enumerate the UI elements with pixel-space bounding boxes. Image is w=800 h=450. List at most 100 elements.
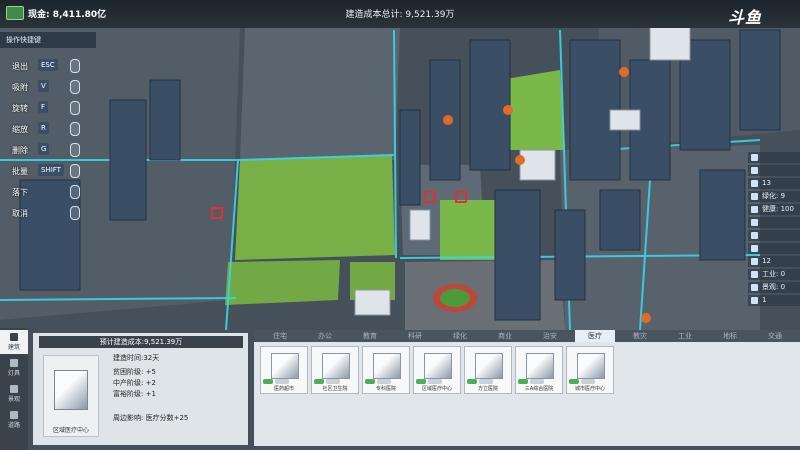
shortcut-key: G xyxy=(38,143,50,155)
side-nav-label: 景观 xyxy=(7,396,20,403)
stat-item xyxy=(748,243,800,254)
mouse-icon xyxy=(70,206,80,220)
stat-item xyxy=(748,217,800,228)
stat-item xyxy=(748,230,800,241)
stat-icon xyxy=(751,219,758,226)
building-card-label: 社区卫生院 xyxy=(322,386,348,392)
info-badge xyxy=(428,379,442,384)
side-nav-label: 建筑 xyxy=(7,344,20,351)
stat-icon xyxy=(751,258,758,265)
shortcut-label: 落下 xyxy=(12,188,28,197)
total-build-cost: 建造成本总计: 9,521.39万 xyxy=(345,10,455,20)
side-nav-item[interactable]: 建筑 xyxy=(0,330,28,354)
info-badge xyxy=(479,379,493,384)
building-image xyxy=(526,353,554,379)
category-tab[interactable]: 科研 xyxy=(395,330,435,342)
category-tab[interactable]: 治安 xyxy=(530,330,570,342)
mouse-icon xyxy=(70,101,80,115)
building-card[interactable]: 方立医院 xyxy=(464,346,512,394)
side-nav-item[interactable]: 灯具 xyxy=(0,356,28,380)
stat-icon xyxy=(751,154,758,161)
cost-badge xyxy=(263,379,273,384)
category-tab[interactable]: 商业 xyxy=(485,330,525,342)
building-image xyxy=(271,353,299,379)
cost-badge xyxy=(416,379,426,384)
shortcut-key: F xyxy=(38,101,49,113)
stat-value: 工业: 0 xyxy=(762,270,786,278)
building-list: 医药超市 社区卫生院 专科医院 区域医疗中心 方立医院 三A综合医院 城市医疗中心 xyxy=(254,342,800,446)
stat-value: 1 xyxy=(762,296,767,304)
shortcut-label: 旋转 xyxy=(12,104,28,113)
category-tab[interactable]: 教育 xyxy=(350,330,390,342)
shortcut-label: 取消 xyxy=(12,209,28,218)
cash-icon xyxy=(6,6,24,20)
mouse-icon xyxy=(70,143,80,157)
category-tab[interactable]: 交通 xyxy=(755,330,795,342)
stat-item: 绿化: 9 xyxy=(748,191,800,202)
category-side-nav: 建筑 灯具 景观 道路 xyxy=(0,328,28,450)
category-tab[interactable]: 办公 xyxy=(305,330,345,342)
category-tab[interactable]: 地标 xyxy=(710,330,750,342)
building-card[interactable]: 医药超市 xyxy=(260,346,308,394)
category-tab[interactable]: 工业 xyxy=(665,330,705,342)
side-nav-label: 道路 xyxy=(7,422,20,429)
building-thumbnail: 区域医疗中心 xyxy=(43,355,99,437)
cash-amount: 现金: 8,411.80亿 xyxy=(28,10,107,20)
building-image xyxy=(475,353,503,379)
shortcut-key: SHIFT xyxy=(38,164,64,176)
stat-item: 景观: 0 xyxy=(748,282,800,293)
category-icon xyxy=(10,359,18,367)
side-nav-item[interactable]: 道路 xyxy=(0,408,28,432)
category-tab[interactable]: 住宅 xyxy=(260,330,300,342)
category-icon xyxy=(10,411,18,419)
shortcut-row: 退出 ESC xyxy=(0,59,80,73)
shortcut-label: 退出 xyxy=(12,62,28,71)
building-card[interactable]: 城市医疗中心 xyxy=(566,346,614,394)
side-nav-item[interactable]: 景观 xyxy=(0,382,28,406)
cost-badge xyxy=(365,379,375,384)
stat-icon xyxy=(751,245,758,252)
park-lawn xyxy=(235,155,395,260)
building-detail-panel: 预计建造成本:9,521.39万 区域医疗中心 建造时间:32天 贫困阶级: +5… xyxy=(33,333,248,445)
stat-value: 12 xyxy=(762,257,771,265)
building-card-label: 医药超市 xyxy=(273,386,294,392)
building-card-label: 方立医院 xyxy=(477,386,498,392)
building-card[interactable]: 三A综合医院 xyxy=(515,346,563,394)
stat-item: 工业: 0 xyxy=(748,269,800,280)
stat-item xyxy=(748,165,800,176)
cost-badge xyxy=(569,379,579,384)
stat-icon xyxy=(751,180,758,187)
stat-icon xyxy=(751,271,758,278)
category-tab[interactable]: 医疗 xyxy=(575,330,615,342)
shortcut-title: 操作快捷键 xyxy=(6,36,41,44)
douyu-logo: 斗鱼 xyxy=(728,8,763,27)
stat-item: 13 xyxy=(748,178,800,189)
building-card[interactable]: 专科医院 xyxy=(362,346,410,394)
info-badge xyxy=(581,379,595,384)
detail-line: 富裕阶级: +1 xyxy=(113,390,156,398)
info-badge xyxy=(326,379,340,384)
stat-value: 13 xyxy=(762,179,771,187)
building-card[interactable]: 区域医疗中心 xyxy=(413,346,461,394)
building-name: 区域医疗中心 xyxy=(52,427,89,434)
shortcut-label: 批量 xyxy=(12,167,28,176)
shortcut-row: 删除 G xyxy=(0,143,80,157)
building-card[interactable]: 社区卫生院 xyxy=(311,346,359,394)
info-badge xyxy=(275,379,289,384)
building-image xyxy=(424,353,452,379)
shortcut-key: ESC xyxy=(38,59,58,71)
shortcut-key: V xyxy=(38,80,49,92)
category-tab[interactable]: 教灾 xyxy=(620,330,660,342)
building-image xyxy=(373,353,401,379)
stat-icon xyxy=(751,206,758,213)
stat-icon xyxy=(751,297,758,304)
shortcut-row: 取消 xyxy=(0,206,80,220)
category-tab[interactable]: 绿化 xyxy=(440,330,480,342)
stat-item: 12 xyxy=(748,256,800,267)
shortcut-row: 吸附 V xyxy=(0,80,80,94)
mouse-icon xyxy=(70,164,80,178)
mouse-icon xyxy=(70,80,80,94)
shortcut-label: 缩放 xyxy=(12,125,28,134)
detail-line: 建造时间:32天 xyxy=(113,354,160,362)
stat-item: 1 xyxy=(748,295,800,306)
